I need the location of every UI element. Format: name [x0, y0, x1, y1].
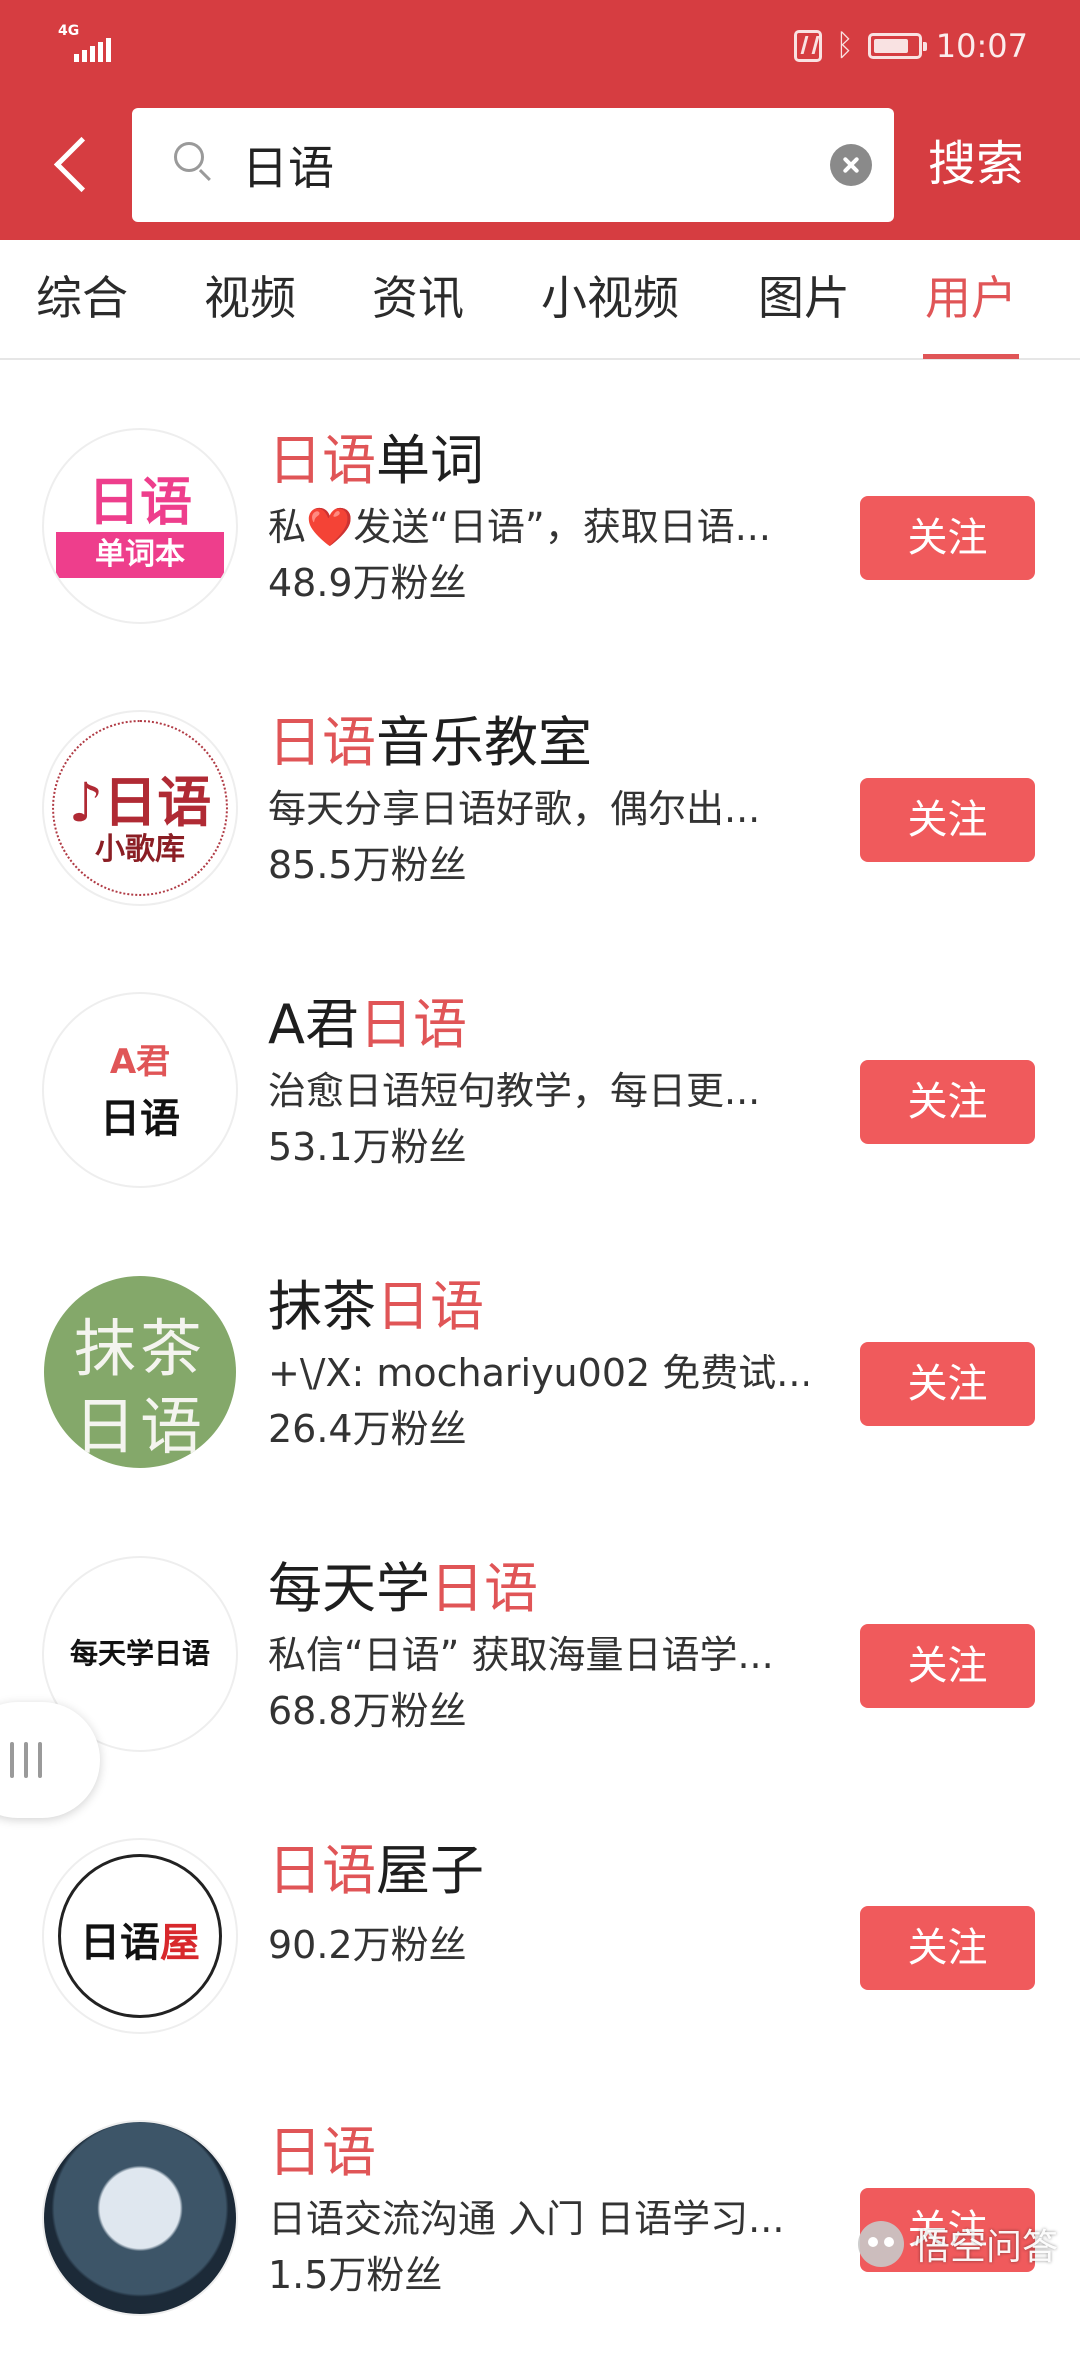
follow-button[interactable]: 关注 [860, 1624, 1035, 1708]
user-description: +\/X: mochariyu002 免费试... [268, 1351, 808, 1395]
follow-button[interactable]: 关注 [860, 1342, 1035, 1426]
follow-button[interactable]: 关注 [860, 778, 1035, 862]
user-description: 每天分享日语好歌，偶尔出... [268, 787, 761, 831]
user-name-part: A君 [268, 993, 359, 1056]
user-name-highlight: 日语 [376, 1275, 484, 1338]
fans-count: 90.2万粉丝 [268, 1923, 467, 1967]
user-description: 治愈日语短句教学，每日更... [268, 1069, 761, 1113]
fans-count: 53.1万粉丝 [268, 1125, 467, 1169]
wukong-logo-icon [857, 2221, 904, 2267]
user-description: 私信“日语” 获取海量日语学... [268, 1633, 774, 1677]
user-name-part: 屋子 [376, 1839, 484, 1902]
fans-count: 48.9万粉丝 [268, 561, 467, 605]
avatar-text-part: 日语 [80, 1920, 160, 1966]
user-item[interactable]: A君 日语 A君日语 治愈日语短句教学，每日更... 53.1万粉丝 关注 [0, 944, 1080, 1226]
user-name[interactable]: 抹茶日语 [268, 1272, 484, 1342]
status-bar: 4G ᛒ 10:07 [0, 0, 1080, 92]
user-name-highlight: 日语 [268, 2121, 376, 2184]
follow-button[interactable]: 关注 [860, 1060, 1035, 1144]
search-box[interactable] [132, 108, 894, 222]
user-name-part: 音乐教室 [376, 711, 592, 774]
user-item[interactable]: ♪日语 小歌库 日语音乐教室 每天分享日语好歌，偶尔出... 85.5万粉丝 关… [0, 662, 1080, 944]
user-name-part: 每天学 [268, 1557, 430, 1620]
tab-comprehensive[interactable]: 综合 [36, 268, 128, 328]
avatar[interactable]: A君 日语 [44, 994, 236, 1186]
search-input[interactable] [242, 130, 802, 200]
avatar[interactable] [44, 2122, 236, 2314]
user-name-part: 抹茶 [268, 1275, 376, 1338]
fans-count: 68.8万粉丝 [268, 1689, 467, 1733]
tab-news[interactable]: 资讯 [372, 268, 464, 328]
user-name[interactable]: 日语 [268, 2118, 376, 2188]
user-name-part: 单词 [376, 429, 484, 492]
header: 4G ᛒ 10:07 搜索 [0, 0, 1080, 240]
avatar[interactable]: 抹茶 日语 [44, 1276, 236, 1468]
avatar-text: 每天学日语 [69, 1637, 210, 1670]
back-icon[interactable] [46, 130, 106, 200]
watermark: 悟空问答 [857, 2216, 1058, 2272]
clock: 10:07 [935, 27, 1028, 65]
user-item[interactable]: 日语 单词本 日语单词 私❤️发送“日语”，获取日语... 48.9万粉丝 关注 [0, 380, 1080, 662]
user-name-highlight: 日语 [268, 429, 376, 492]
watermark-text: 悟空问答 [913, 2227, 1058, 2268]
avatar-text: 小歌库 [95, 832, 185, 867]
search-button[interactable]: 搜索 [928, 132, 1024, 196]
avatar-text: 日语 [73, 1390, 206, 1463]
user-name-highlight: 日语 [358, 993, 467, 1056]
signal-icon: 4G [58, 24, 118, 64]
user-name[interactable]: 日语屋子 [268, 1836, 484, 1906]
avatar-text: 日语屋 [44, 1910, 236, 1968]
fans-count: 26.4万粉丝 [268, 1407, 467, 1451]
avatar[interactable]: 日语 单词本 [44, 430, 236, 622]
user-description: 私❤️发送“日语”，获取日语... [268, 505, 771, 549]
user-item[interactable]: 日语 日语交流沟通 入门 日语学习... 1.5万粉丝 关注 [0, 2072, 1080, 2354]
tab-images[interactable]: 图片 [758, 268, 850, 328]
avatar[interactable]: ♪日语 小歌库 [44, 712, 236, 904]
user-name-highlight: 日语 [268, 1839, 376, 1902]
avatar-text: 抹茶 [73, 1312, 206, 1385]
tab-bar: 综合 视频 资讯 小视频 图片 用户 [0, 240, 1080, 360]
follow-button[interactable]: 关注 [860, 496, 1035, 580]
tab-short-video[interactable]: 小视频 [541, 268, 679, 328]
bluetooth-icon: ᛒ [835, 28, 854, 63]
network-type: 4G [58, 23, 80, 39]
user-item[interactable]: 抹茶 日语 抹茶日语 +\/X: mochariyu002 免费试... 26.… [0, 1226, 1080, 1508]
avatar-text: 日语 [100, 1096, 180, 1142]
user-name[interactable]: 日语单词 [268, 426, 484, 496]
user-item[interactable]: 每天学日语 每天学日语 私信“日语” 获取海量日语学... 68.8万粉丝 关注 [0, 1508, 1080, 1790]
handle-bars [10, 1742, 60, 1778]
search-icon [174, 142, 204, 172]
avatar-text: 单词本 [56, 532, 224, 578]
user-name[interactable]: A君日语 [268, 990, 467, 1060]
battery-icon [867, 33, 927, 59]
avatar-text-part: 屋 [160, 1920, 200, 1966]
fans-count: 1.5万粉丝 [268, 2253, 443, 2297]
user-description: 日语交流沟通 入门 日语学习... [268, 2197, 785, 2241]
clear-icon[interactable] [830, 144, 872, 186]
user-name[interactable]: 日语音乐教室 [268, 708, 592, 778]
tab-users[interactable]: 用户 [925, 268, 1017, 328]
status-icons: ᛒ 10:07 [793, 24, 1028, 68]
user-name[interactable]: 每天学日语 [268, 1554, 538, 1624]
user-name-highlight: 日语 [268, 711, 376, 774]
user-item[interactable]: 日语屋 日语屋子 90.2万粉丝 关注 [0, 1790, 1080, 2072]
user-name-highlight: 日语 [430, 1557, 538, 1620]
active-tab-indicator [923, 354, 1019, 359]
follow-button[interactable]: 关注 [860, 1906, 1035, 1990]
nfc-icon [793, 30, 822, 62]
avatar-text: A君 [109, 1042, 171, 1082]
fans-count: 85.5万粉丝 [268, 843, 467, 887]
avatar[interactable]: 日语屋 [44, 1840, 236, 2032]
tab-video[interactable]: 视频 [204, 268, 296, 328]
avatar-text: 日语 [87, 473, 192, 533]
